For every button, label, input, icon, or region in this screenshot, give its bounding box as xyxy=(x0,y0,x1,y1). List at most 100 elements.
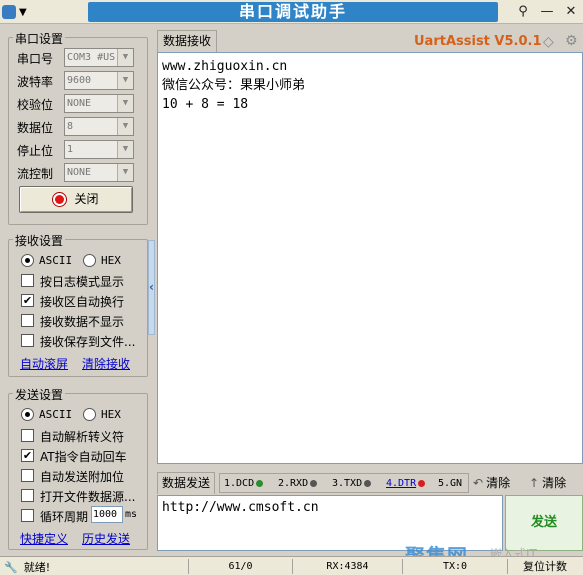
serial-settings-title: 串口设置 xyxy=(13,30,66,47)
signal-txd-label: 3.TXD xyxy=(332,478,363,489)
receive-line: www.zhiguoxin.cn xyxy=(162,59,288,74)
serial-settings-group: 串口设置 串口号 COM3 #US ▼ 波特率 9600 ▼ 校验位 NONE ▼ 数… xyxy=(8,30,148,225)
send-settings-group: 发送设置 ASCII HEX 自动解析转义符 ✔ AT指令自动回车 自动发送附加… xyxy=(8,386,148,550)
signal-rxd[interactable]: 2.RXD xyxy=(278,478,318,489)
port-select[interactable]: COM3 #US ▼ xyxy=(64,48,134,67)
chevron-down-icon: ▼ xyxy=(117,49,133,66)
clear-receive-link[interactable]: 清除接收 xyxy=(82,355,130,372)
signal-dtr-label: 4.DTR xyxy=(386,478,417,489)
diamond-icon[interactable]: ◇ xyxy=(543,34,554,50)
title-bar: ▼ 串口调试助手 ⚲ — ✕ xyxy=(0,0,583,24)
tab-send[interactable]: 数据发送 xyxy=(157,472,215,494)
port-value: COM3 #US xyxy=(67,52,116,63)
databits-select[interactable]: 8 ▼ xyxy=(64,117,134,136)
databits-value: 8 xyxy=(67,121,74,132)
signal-dtr[interactable]: 4.DTR xyxy=(386,478,426,489)
parity-label: 校验位 xyxy=(17,98,54,112)
cycle-period-label: 循环周期 xyxy=(40,510,89,524)
minimize-button[interactable]: — xyxy=(538,3,556,21)
signal-indicators: 1.DCD 2.RXD 3.TXD 4.DTR 5.GN xyxy=(219,473,469,493)
auto-scroll-link[interactable]: 自动滚屏 xyxy=(20,355,68,372)
stopbits-value: 1 xyxy=(67,144,74,155)
recv-ascii-radio[interactable] xyxy=(21,254,34,267)
send-toolbar: 数据发送 1.DCD 2.RXD 3.TXD 4.DTR 5.GN ↶ 清除 ↑ 清… xyxy=(157,472,583,494)
parity-select[interactable]: NONE ▼ xyxy=(64,94,134,113)
pin-icon[interactable]: ⚲ xyxy=(514,3,532,21)
chevron-down-icon: ▼ xyxy=(117,72,133,89)
at-auto-return-checkbox[interactable]: ✔ xyxy=(21,449,34,462)
cycle-period-checkbox[interactable] xyxy=(21,509,34,522)
chevron-down-icon: ▼ xyxy=(117,141,133,158)
signal-gnd[interactable]: 5.GN xyxy=(438,478,462,489)
send-hex-radio[interactable] xyxy=(83,408,96,421)
chevron-down-icon: ▼ xyxy=(19,6,27,18)
ready-status: 🔧 就绪! xyxy=(4,559,50,575)
app-icon xyxy=(2,5,16,19)
log-mode-checkbox[interactable] xyxy=(21,274,34,287)
append-bits-label: 自动发送附加位 xyxy=(40,470,125,484)
parity-value: NONE xyxy=(67,98,92,109)
period-unit: ms xyxy=(125,509,138,520)
parse-escape-checkbox[interactable] xyxy=(21,429,34,442)
clear-receive-button[interactable]: ↶ 清除 xyxy=(473,473,523,493)
chevron-down-icon: ▼ xyxy=(117,164,133,181)
signal-txd[interactable]: 3.TXD xyxy=(332,478,372,489)
tx-counter: TX:0 xyxy=(402,559,507,574)
baud-select[interactable]: 9600 ▼ xyxy=(64,71,134,90)
signal-rxd-label: 2.RXD xyxy=(278,478,309,489)
window-title: 串口调试助手 xyxy=(88,2,498,22)
settings-icon[interactable]: ⚙ xyxy=(565,33,578,49)
chevron-down-icon: ▼ xyxy=(117,118,133,135)
baud-value: 9600 xyxy=(67,75,92,86)
stopbits-label: 停止位 xyxy=(17,144,54,158)
status-led-icon xyxy=(53,193,67,206)
flow-select[interactable]: NONE ▼ xyxy=(64,163,134,182)
send-ascii-label: ASCII xyxy=(39,408,73,421)
flow-value: NONE xyxy=(67,167,92,178)
clear-send-button[interactable]: ↑ 清除 xyxy=(529,473,583,493)
close-port-button[interactable]: 关闭 xyxy=(19,186,133,213)
recv-hex-radio[interactable] xyxy=(83,254,96,267)
close-button[interactable]: ✕ xyxy=(562,3,580,21)
databits-label: 数据位 xyxy=(17,121,54,135)
panel-collapse-handle[interactable]: ‹ xyxy=(148,240,155,335)
flow-label: 流控制 xyxy=(17,167,54,181)
file-source-checkbox[interactable] xyxy=(21,489,34,502)
send-ascii-radio[interactable] xyxy=(21,408,34,421)
led-icon xyxy=(310,479,318,487)
period-input[interactable]: 1000 xyxy=(91,506,123,523)
signal-dcd[interactable]: 1.DCD xyxy=(224,478,264,489)
parse-escape-label: 自动解析转义符 xyxy=(40,430,125,444)
brand-label: UartAssist V5.0.1 xyxy=(414,34,542,49)
file-source-label: 打开文件数据源... xyxy=(40,490,136,504)
ready-text: 就绪! xyxy=(23,561,51,574)
undo-icon: ↶ xyxy=(473,476,484,490)
led-icon xyxy=(364,479,372,487)
log-mode-label: 按日志模式显示 xyxy=(40,275,125,289)
hide-data-checkbox[interactable] xyxy=(21,314,34,327)
at-auto-return-label: AT指令自动回车 xyxy=(40,450,127,464)
window-menu[interactable]: ▼ xyxy=(2,2,42,22)
receive-textarea[interactable]: www.zhiguoxin.cn 微信公众号：果果小师弟 10 + 8 = 18 xyxy=(157,52,583,464)
shortcut-define-link[interactable]: 快捷定义 xyxy=(20,530,68,547)
signal-gnd-label: 5.GN xyxy=(438,478,463,489)
chevron-left-icon: ‹ xyxy=(149,280,154,294)
send-history-link[interactable]: 历史发送 xyxy=(82,530,130,547)
receive-settings-group: 接收设置 ASCII HEX 按日志模式显示 ✔ 接收区自动换行 接收数据不显示… xyxy=(8,232,148,377)
receive-settings-title: 接收设置 xyxy=(13,232,66,249)
send-button[interactable]: 发送 xyxy=(505,495,583,551)
tab-receive[interactable]: 数据接收 xyxy=(157,30,217,52)
window-controls: ⚲ — ✕ xyxy=(502,2,582,22)
auto-wrap-label: 接收区自动换行 xyxy=(40,295,125,309)
arrow-up-icon: ↑ xyxy=(529,476,540,490)
recv-hex-label: HEX xyxy=(101,254,121,267)
append-bits-checkbox[interactable] xyxy=(21,469,34,482)
save-to-file-checkbox[interactable] xyxy=(21,334,34,347)
wrench-icon: 🔧 xyxy=(4,561,18,574)
auto-wrap-checkbox[interactable]: ✔ xyxy=(21,294,34,307)
rx-counter: RX:4384 xyxy=(292,559,402,574)
reset-count-button[interactable]: 复位计数 xyxy=(507,559,582,574)
receive-line: 10 + 8 = 18 xyxy=(162,97,249,112)
stopbits-select[interactable]: 1 ▼ xyxy=(64,140,134,159)
chevron-down-icon: ▼ xyxy=(117,95,133,112)
